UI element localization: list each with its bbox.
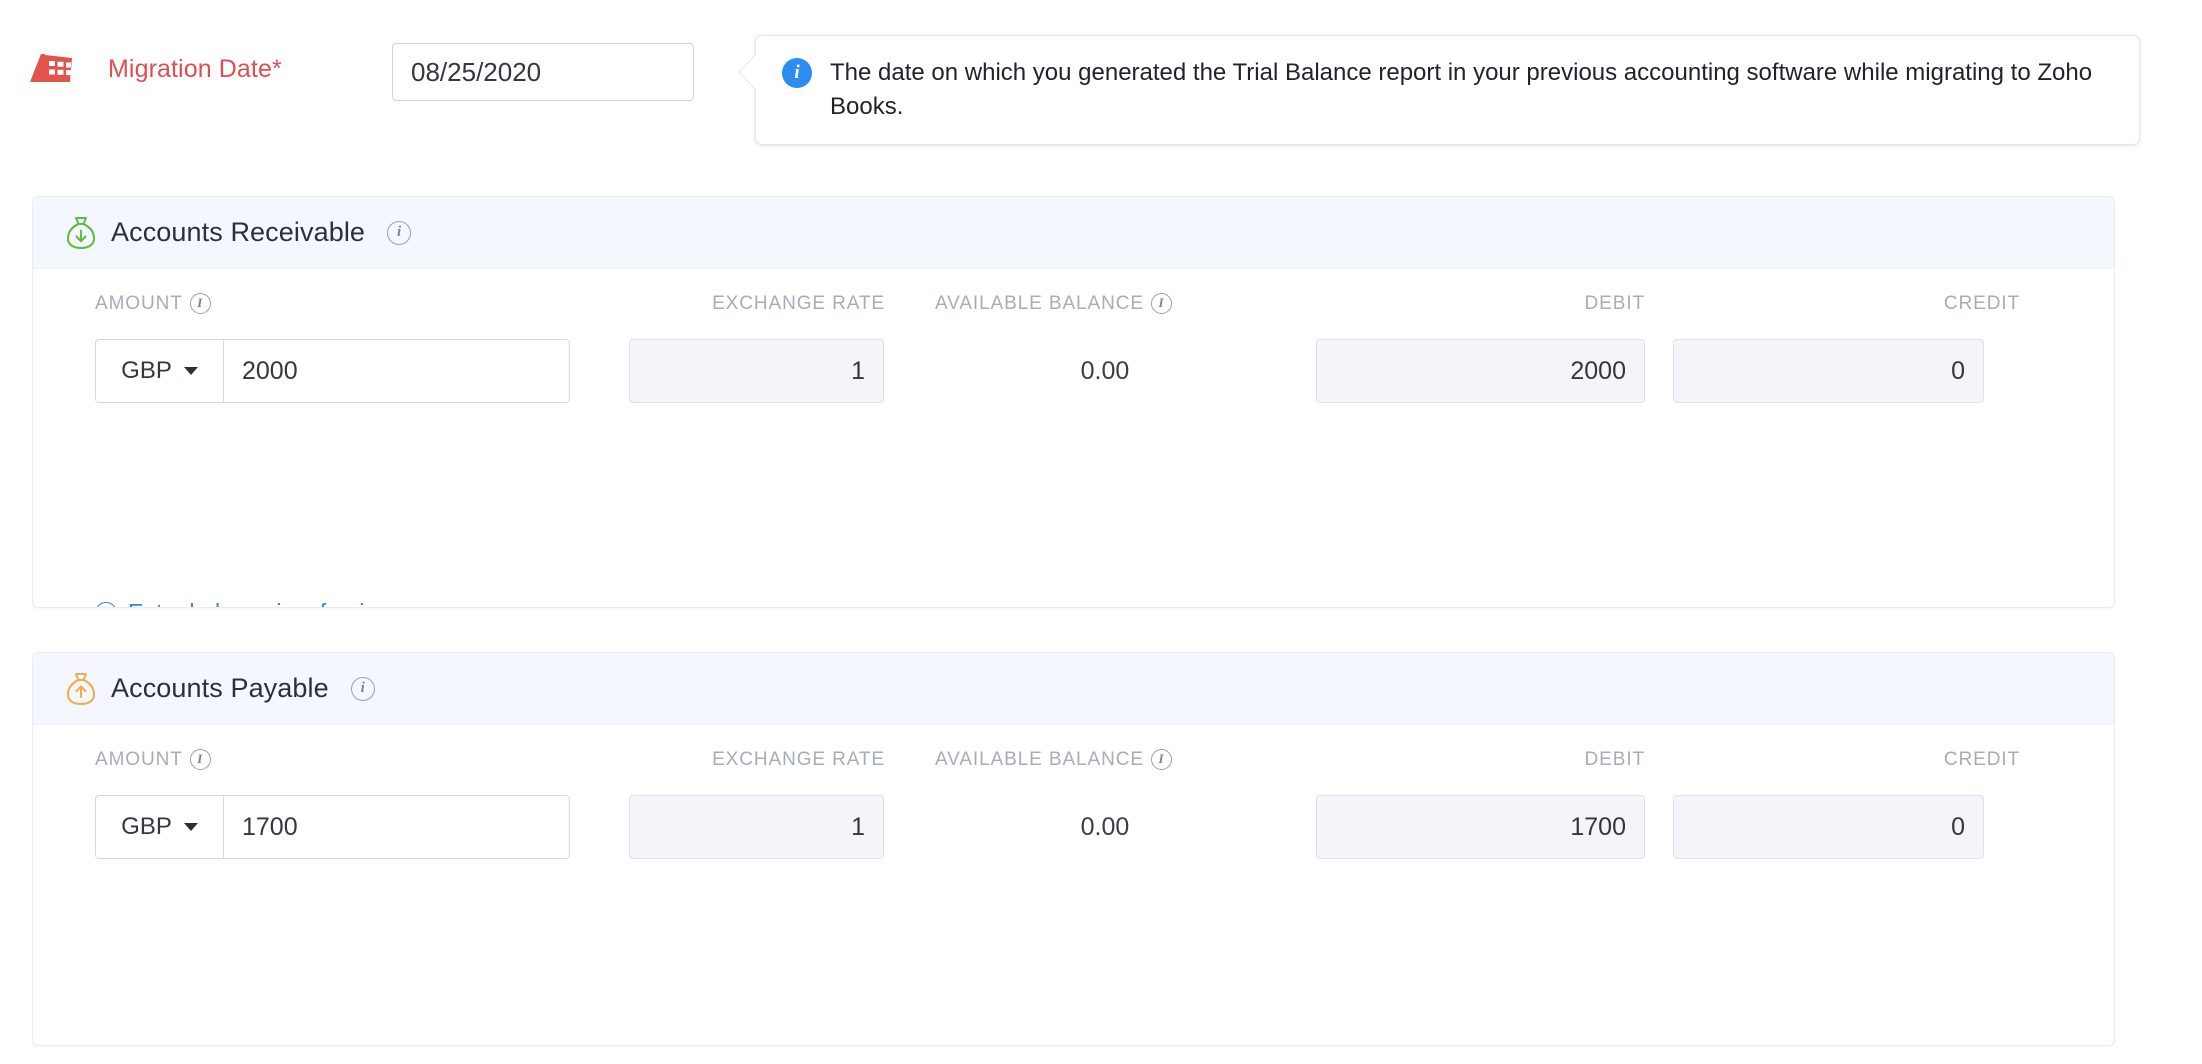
- accounts-payable-field-row: GBP 0.00: [65, 791, 2082, 887]
- column-header-available-balance: AVAILABLE BALANCE i: [935, 749, 1172, 771]
- migration-date-row: Migration Date* i The date on which you …: [0, 0, 2202, 170]
- accounts-receivable-foreign-currency-link[interactable]: Enter balance in a foreign currency: [95, 599, 485, 608]
- currency-code: GBP: [121, 813, 172, 841]
- accounts-receivable-title: Accounts Receivable: [111, 217, 365, 248]
- accounts-payable-amount-group: GBP: [95, 795, 570, 859]
- accounts-receivable-exchange-rate-input[interactable]: [629, 339, 884, 403]
- migration-date-label: Migration Date*: [108, 55, 282, 84]
- chevron-down-icon: [184, 823, 198, 831]
- accounts-payable-credit-input[interactable]: [1673, 795, 1984, 859]
- migration-date-input[interactable]: [392, 43, 694, 101]
- column-header-debit: DEBIT: [1245, 293, 1645, 315]
- column-header-credit: CREDIT: [1665, 749, 2020, 771]
- accounts-payable-card: Accounts Payable i AMOUNT i EXCHANGE RATE…: [32, 652, 2115, 1046]
- column-header-amount-label: AMOUNT: [95, 749, 183, 770]
- available-balance-info-icon[interactable]: i: [1151, 749, 1172, 770]
- accounts-payable-body: AMOUNT i EXCHANGE RATE AVAILABLE BALANCE i…: [33, 725, 2114, 887]
- money-bag-up-arrow-icon: [65, 672, 97, 706]
- accounts-receivable-credit-input[interactable]: [1673, 339, 1984, 403]
- plus-circle-icon: [95, 602, 117, 609]
- migration-opening-balances-page: Migration Date* i The date on which you …: [0, 0, 2202, 1064]
- money-bag-down-arrow-icon: [65, 216, 97, 250]
- amount-info-icon[interactable]: i: [190, 749, 211, 770]
- amount-info-icon[interactable]: i: [190, 293, 211, 314]
- info-icon: i: [782, 58, 812, 88]
- accounts-payable-title: Accounts Payable: [111, 673, 329, 704]
- column-header-exchange-rate: EXCHANGE RATE: [595, 293, 885, 315]
- tooltip-arrow: [738, 54, 775, 91]
- accounts-payable-info-icon[interactable]: i: [351, 677, 375, 701]
- required-asterisk: *: [272, 55, 282, 83]
- accounts-payable-available-balance-value: 0.00: [1015, 795, 1195, 859]
- column-header-available-balance: AVAILABLE BALANCE i: [935, 293, 1172, 315]
- accounts-receivable-amount-input[interactable]: [224, 340, 569, 402]
- tooltip-text: The date on which you generated the Tria…: [830, 56, 2113, 124]
- accounts-payable-column-headers: AMOUNT i EXCHANGE RATE AVAILABLE BALANCE i…: [65, 725, 2082, 791]
- accounts-receivable-amount-group: GBP: [95, 339, 570, 403]
- column-header-amount: AMOUNT i: [95, 749, 211, 771]
- accounts-receivable-column-headers: AMOUNT i EXCHANGE RATE AVAILABLE BALANCE i…: [65, 269, 2082, 335]
- column-header-credit: CREDIT: [1665, 293, 2020, 315]
- accounts-receivable-header: Accounts Receivable i: [33, 197, 2114, 269]
- column-header-available-balance-label: AVAILABLE BALANCE: [935, 749, 1144, 770]
- column-header-amount: AMOUNT i: [95, 293, 211, 315]
- accounts-payable-exchange-rate-input[interactable]: [629, 795, 884, 859]
- accounts-payable-currency-select[interactable]: GBP: [96, 796, 224, 858]
- column-header-exchange-rate: EXCHANGE RATE: [595, 749, 885, 771]
- currency-code: GBP: [121, 357, 172, 385]
- accounts-receivable-body: AMOUNT i EXCHANGE RATE AVAILABLE BALANCE i…: [33, 269, 2114, 431]
- available-balance-info-icon[interactable]: i: [1151, 293, 1172, 314]
- accounts-payable-amount-input[interactable]: [224, 796, 569, 858]
- accounts-receivable-field-row: GBP 0.00: [65, 335, 2082, 431]
- accounts-payable-header: Accounts Payable i: [33, 653, 2114, 725]
- chevron-down-icon: [184, 367, 198, 375]
- calendar-icon: [28, 50, 74, 84]
- column-header-available-balance-label: AVAILABLE BALANCE: [935, 293, 1144, 314]
- foreign-currency-link-label: Enter balance in a foreign currency: [128, 599, 485, 608]
- accounts-payable-debit-input[interactable]: [1316, 795, 1645, 859]
- column-header-amount-label: AMOUNT: [95, 293, 183, 314]
- accounts-receivable-available-balance-value: 0.00: [1015, 339, 1195, 403]
- column-header-debit: DEBIT: [1245, 749, 1645, 771]
- accounts-receivable-card: Accounts Receivable i AMOUNT i EXCHANGE R…: [32, 196, 2115, 608]
- accounts-receivable-currency-select[interactable]: GBP: [96, 340, 224, 402]
- accounts-receivable-info-icon[interactable]: i: [387, 221, 411, 245]
- migration-date-tooltip: i The date on which you generated the Tr…: [755, 35, 2140, 145]
- migration-date-label-text: Migration Date: [108, 55, 272, 83]
- accounts-receivable-debit-input[interactable]: [1316, 339, 1645, 403]
